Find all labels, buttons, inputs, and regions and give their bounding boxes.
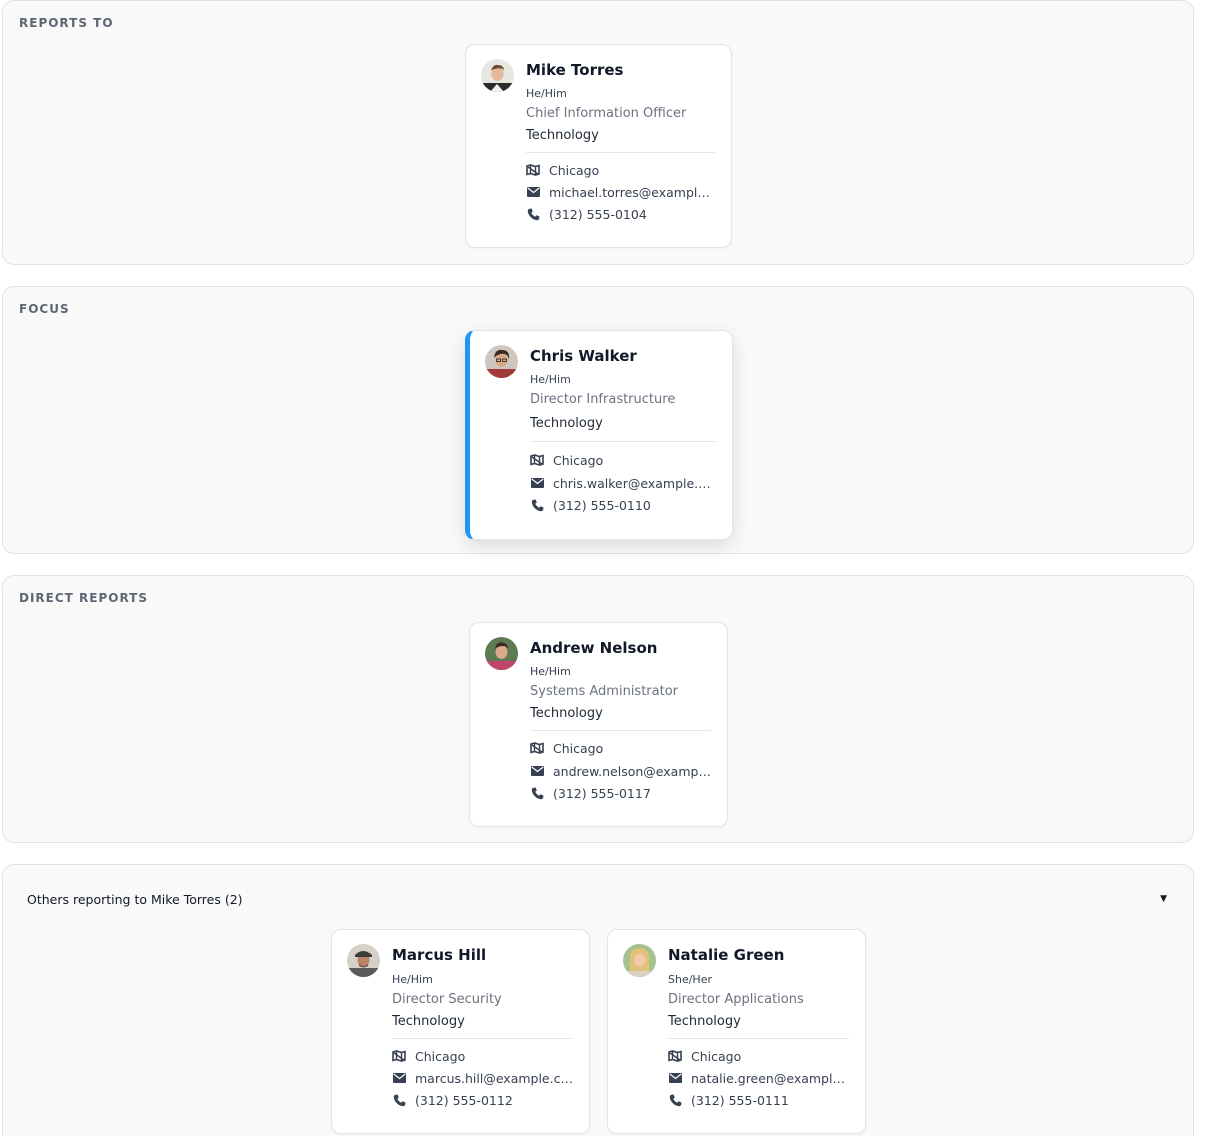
map-icon: [526, 163, 540, 177]
section-title: REPORTS TO: [19, 16, 114, 30]
envelope-icon: [530, 476, 544, 490]
person-department: Technology: [668, 1014, 741, 1029]
phone-link[interactable]: (312) 555-0112: [415, 1093, 513, 1108]
person-card-focus[interactable]: Chris Walker He/Him Director Infrastruct…: [465, 330, 733, 540]
avatar: [485, 637, 518, 670]
envelope-icon: [526, 185, 540, 199]
phone-icon: [530, 786, 544, 800]
person-title: Systems Administrator: [530, 684, 679, 699]
person-pronouns: She/Her: [668, 973, 712, 986]
person-name[interactable]: Andrew Nelson: [530, 639, 657, 657]
person-pronouns: He/Him: [526, 87, 567, 100]
person-title: Chief Information Officer: [526, 106, 687, 121]
phone-row[interactable]: (312) 555-0110: [530, 496, 716, 514]
divider: [526, 152, 715, 153]
phone-row[interactable]: (312) 555-0104: [526, 205, 715, 223]
person-card-direct-report[interactable]: Andrew Nelson He/Him Systems Administrat…: [469, 622, 728, 827]
phone-row[interactable]: (312) 555-0112: [392, 1091, 573, 1109]
person-name[interactable]: Chris Walker: [530, 347, 637, 365]
person-card-peer[interactable]: Marcus Hill He/Him Director Security Tec…: [331, 929, 590, 1134]
focus-section: FOCUS Chris Walker He/Him Director Infra…: [2, 286, 1194, 554]
person-department: Technology: [526, 128, 599, 143]
location-row: Chicago: [392, 1047, 573, 1065]
map-icon: [530, 741, 544, 755]
envelope-icon: [530, 764, 544, 778]
person-title: Director Infrastructure: [530, 392, 676, 407]
phone-row[interactable]: (312) 555-0111: [668, 1091, 849, 1109]
location-text: Chicago: [553, 740, 604, 756]
person-department: Technology: [530, 706, 603, 721]
map-icon: [530, 453, 544, 467]
email-link[interactable]: michael.torres@example.com: [549, 185, 715, 200]
avatar: [481, 59, 514, 92]
section-title: DIRECT REPORTS: [19, 591, 148, 605]
person-department: Technology: [530, 416, 603, 431]
person-card-manager[interactable]: Mike Torres He/Him Chief Information Off…: [465, 44, 732, 248]
person-title: Director Security: [392, 992, 502, 1007]
phone-row[interactable]: (312) 555-0117: [530, 784, 711, 802]
divider: [392, 1038, 573, 1039]
email-link[interactable]: marcus.hill@example.com: [415, 1071, 573, 1086]
peers-section: Others reporting to Mike Torres (2) ▼ Ma…: [2, 864, 1194, 1136]
divider: [530, 730, 711, 731]
phone-link[interactable]: (312) 555-0117: [553, 786, 651, 801]
person-pronouns: He/Him: [530, 665, 571, 678]
email-link[interactable]: natalie.green@example.co...: [691, 1071, 849, 1086]
location-row: Chicago: [530, 451, 716, 469]
phone-icon: [392, 1093, 406, 1107]
section-title: FOCUS: [19, 302, 70, 316]
phone-icon: [526, 207, 540, 221]
location-text: Chicago: [553, 452, 604, 468]
email-row[interactable]: michael.torres@example.com: [526, 183, 715, 201]
collapse-toggle-icon[interactable]: ▼: [1160, 894, 1167, 904]
divider: [668, 1038, 849, 1039]
envelope-icon: [668, 1071, 682, 1085]
email-row[interactable]: natalie.green@example.co...: [668, 1069, 849, 1087]
person-card-peer[interactable]: Natalie Green She/Her Director Applicati…: [607, 929, 866, 1134]
peers-section-title[interactable]: Others reporting to Mike Torres (2): [27, 892, 243, 907]
phone-link[interactable]: (312) 555-0110: [553, 498, 651, 513]
person-name[interactable]: Mike Torres: [526, 61, 623, 79]
phone-icon: [530, 498, 544, 512]
location-row: Chicago: [530, 739, 711, 757]
direct-reports-section: DIRECT REPORTS Andrew Nelson He/Him Syst…: [2, 575, 1194, 843]
phone-link[interactable]: (312) 555-0104: [549, 207, 647, 222]
envelope-icon: [392, 1071, 406, 1085]
location-text: Chicago: [549, 162, 600, 178]
avatar: [623, 944, 656, 977]
map-icon: [668, 1049, 682, 1063]
map-icon: [392, 1049, 406, 1063]
email-row[interactable]: chris.walker@example.com: [530, 474, 716, 492]
location-row: Chicago: [526, 161, 715, 179]
location-text: Chicago: [691, 1048, 742, 1064]
phone-icon: [668, 1093, 682, 1107]
person-name[interactable]: Marcus Hill: [392, 946, 486, 964]
avatar: [347, 944, 380, 977]
person-department: Technology: [392, 1014, 465, 1029]
avatar: [485, 345, 518, 378]
email-row[interactable]: andrew.nelson@example....: [530, 762, 711, 780]
person-name[interactable]: Natalie Green: [668, 946, 784, 964]
location-row: Chicago: [668, 1047, 849, 1065]
email-link[interactable]: andrew.nelson@example....: [553, 764, 711, 779]
person-title: Director Applications: [668, 992, 804, 1007]
location-text: Chicago: [415, 1048, 466, 1064]
email-row[interactable]: marcus.hill@example.com: [392, 1069, 573, 1087]
person-pronouns: He/Him: [530, 373, 571, 386]
email-link[interactable]: chris.walker@example.com: [553, 476, 716, 491]
reports-to-section: REPORTS TO Mike Torres He/Him Chief Info…: [2, 0, 1194, 265]
phone-link[interactable]: (312) 555-0111: [691, 1093, 789, 1108]
divider: [530, 441, 716, 442]
person-pronouns: He/Him: [392, 973, 433, 986]
